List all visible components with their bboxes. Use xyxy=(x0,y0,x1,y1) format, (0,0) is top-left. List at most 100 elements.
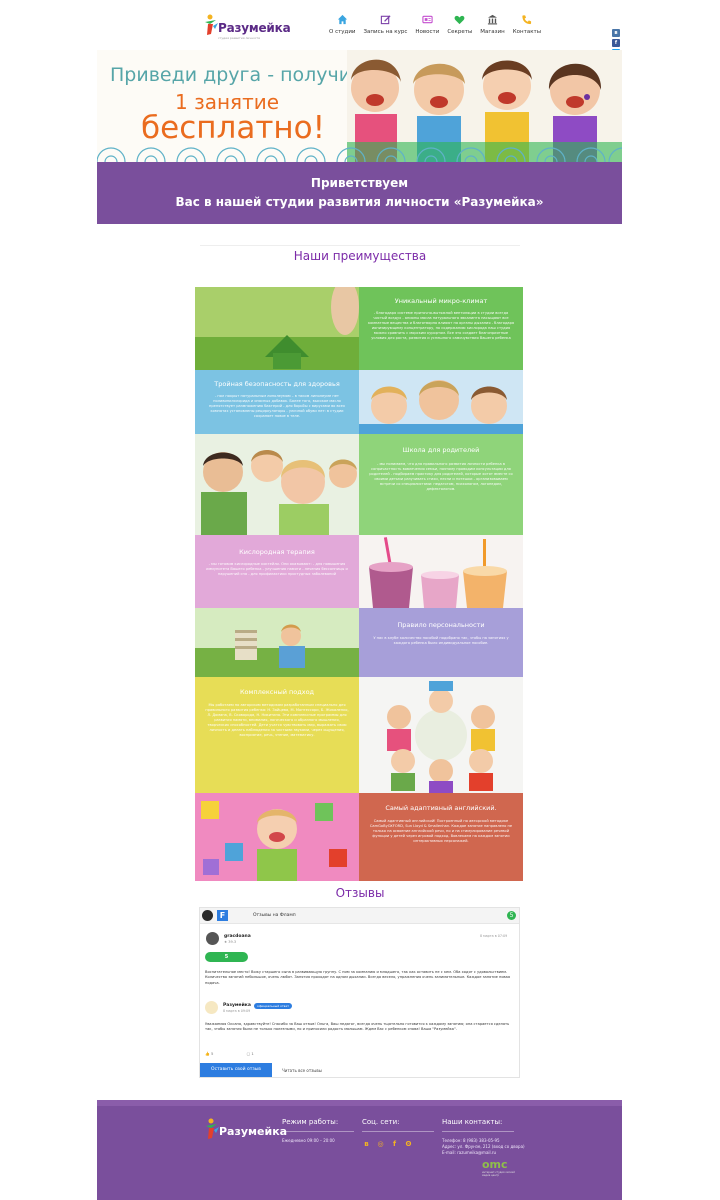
nav-contacts[interactable]: Контакты xyxy=(513,14,541,35)
section-divider xyxy=(200,245,520,246)
footer-social-title: Соц. сети: xyxy=(362,1118,434,1132)
odnoklassniki-icon[interactable]: ʘ xyxy=(404,1140,413,1149)
advantages-title: Наши преимущества xyxy=(293,249,427,263)
advantage-card-parents-school: Школа для родителей - мы понимаем, что д… xyxy=(359,434,523,535)
footer-social-icons: в ◎ f ʘ xyxy=(362,1140,434,1149)
nav-signup[interactable]: Запись на курс xyxy=(363,14,408,35)
logo-tagline: студия развития личности xyxy=(218,36,261,40)
advantage-title: Уникальный микро-климат xyxy=(394,297,488,305)
nav-label: Магазин xyxy=(480,29,505,35)
advantage-card-personal: Правило персональности У нас в клубе кол… xyxy=(359,608,523,677)
family-photo xyxy=(195,434,359,535)
nav-label: Контакты xyxy=(512,29,542,35)
flamp-f-icon[interactable]: F xyxy=(217,910,228,921)
banner-line-3: бесплатно! xyxy=(141,110,326,146)
vk-icon[interactable]: в xyxy=(612,29,620,37)
phone-icon xyxy=(522,15,532,25)
reviews-title: Отзывы xyxy=(335,886,385,900)
reply-text: Уважаемая Оксана, здравствуйте! Спасибо … xyxy=(205,1022,510,1032)
bank-icon xyxy=(487,14,498,25)
review-date: 8 марта в 07:09 xyxy=(480,934,508,938)
edit-icon xyxy=(380,15,391,25)
nav-label: Запись на курс xyxy=(363,29,408,35)
review-stats: 👍 5 ▢ 1 xyxy=(205,1051,286,1056)
developer-logo-text: omc xyxy=(482,1158,508,1171)
kids-circle-photo xyxy=(359,677,523,793)
advantage-card-safety: Тройная безопасность для здоровья - пол … xyxy=(195,370,359,434)
house-grass-photo xyxy=(195,287,359,370)
footer-social: Соц. сети: в ◎ f ʘ xyxy=(362,1118,434,1149)
nav-label: О студии xyxy=(329,29,356,35)
footer-contact-line[interactable]: E-mail: razumeika@mail.ru xyxy=(442,1150,525,1156)
comment-button[interactable]: ▢ 1 xyxy=(247,1051,270,1056)
comments-count: 1 xyxy=(251,1051,254,1056)
review-score-badge: 5 xyxy=(205,952,248,962)
boy-reading-photo xyxy=(195,608,359,677)
advantage-title: Тройная безопасность для здоровья xyxy=(214,380,340,388)
advantage-text: - мы готовим кислородные коктейли. Они о… xyxy=(206,562,348,576)
footer-hours: Режим работы: Ежедневно 09:00 – 20:00 xyxy=(282,1118,354,1144)
advantage-text: - пол покрыт натуральным линолеумом – в … xyxy=(209,394,345,418)
facebook-icon[interactable]: f xyxy=(390,1140,399,1149)
main-nav: О студии Запись на курс Новости Секреты … xyxy=(329,14,549,35)
reply-date: 8 марта в 09:09 xyxy=(223,1009,251,1013)
welcome-title: Приветствуем xyxy=(310,176,409,190)
advantage-title: Правило персональности xyxy=(397,621,485,629)
toddler-letters-photo xyxy=(195,793,359,881)
footer-logo-text: Разумейка xyxy=(219,1125,288,1138)
flamp-reviews-widget: F Отзывы на Фламп 5 gracdoana ★ 39.3 8 м… xyxy=(199,907,520,1078)
footer-stripe xyxy=(97,1100,622,1106)
footer-hours-text: Ежедневно 09:00 – 20:00 xyxy=(282,1138,335,1143)
avatar xyxy=(206,932,219,945)
developer-logo[interactable]: omc интернет-студия омский медиа центр xyxy=(482,1158,522,1178)
cocktails-photo xyxy=(359,535,523,608)
official-reply-badge: официальный ответ xyxy=(254,1003,293,1009)
leave-review-button[interactable]: Оставить свой отзыв xyxy=(200,1063,272,1077)
advantage-title: Комплексный подход xyxy=(239,688,315,696)
welcome-block: Приветствуем Вас в нашей студии развития… xyxy=(97,162,622,224)
review-author-name[interactable]: gracdoana xyxy=(224,934,251,939)
advantage-title: Кислородная терапия xyxy=(239,548,315,556)
vk-icon[interactable]: в xyxy=(362,1140,371,1149)
developer-logo-subtext: интернет-студия омский медиа центр xyxy=(482,1171,515,1177)
facebook-icon[interactable]: f xyxy=(612,39,620,47)
like-button[interactable]: 👍 5 xyxy=(205,1051,229,1056)
banner-wave-pattern xyxy=(97,147,622,162)
instagram-icon[interactable]: ◎ xyxy=(376,1140,385,1149)
heart-icon xyxy=(454,15,465,25)
nav-shop[interactable]: Магазин xyxy=(480,14,505,35)
reply-avatar xyxy=(205,1001,218,1014)
read-all-reviews-link[interactable]: Читать все отзывы xyxy=(282,1068,322,1073)
banner-line-1: Приведи друга - получи xyxy=(110,64,352,86)
promo-banner[interactable]: Приведи друга - получи 1 занятие бесплат… xyxy=(97,50,622,162)
footer-contacts-title: Наши контакты: xyxy=(442,1118,514,1132)
advantage-card-english: Самый адаптивный английский. Самый адапт… xyxy=(359,793,523,881)
advantage-text: - мы понимаем, что для правильного разви… xyxy=(369,462,513,491)
review-text: Воспитательное место! Вожу старшего сына… xyxy=(205,970,511,985)
advantage-card-oxygen: Кислородная терапия - мы готовим кислоро… xyxy=(195,535,359,608)
footer-contacts: Наши контакты: Телефон: 8 (983) 383-05-9… xyxy=(442,1118,525,1156)
advantage-title: Самый адаптивный английский. xyxy=(385,804,497,812)
site-logo[interactable]: Разумейка студия развития личности xyxy=(204,14,291,42)
welcome-subtitle: Вас в нашей студии развития личности «Ра… xyxy=(175,195,544,209)
kids-group-photo xyxy=(359,370,523,434)
widget-header-title: Отзывы на Фламп xyxy=(253,913,296,918)
nav-news[interactable]: Новости xyxy=(415,14,439,35)
footer-hours-title: Режим работы: xyxy=(282,1118,354,1132)
likes-count: 5 xyxy=(210,1051,214,1056)
advantage-title: Школа для родителей xyxy=(402,446,480,454)
reviews-count-badge: 5 xyxy=(507,911,516,920)
widget-header: F Отзывы на Фламп 5 xyxy=(200,908,519,924)
nav-about[interactable]: О студии xyxy=(329,14,356,35)
site-header: Разумейка студия развития личности О сту… xyxy=(0,0,720,87)
advantage-card-complex: Комплексный подход Мы работаем по авторс… xyxy=(195,677,359,793)
flamp-logo-icon[interactable] xyxy=(202,910,213,921)
review-author-rating: ★ 39.3 xyxy=(224,940,237,944)
reply-author-name[interactable]: Разумейка xyxy=(223,1003,251,1008)
home-icon xyxy=(337,14,347,25)
nav-label: Секреты xyxy=(447,29,473,35)
advantage-text: У нас в клубе количество пособий подобра… xyxy=(373,636,509,645)
nav-secrets[interactable]: Секреты xyxy=(447,14,472,35)
site-footer: Разумейка Режим работы: Ежедневно 09:00 … xyxy=(97,1100,622,1200)
newspaper-icon xyxy=(422,15,433,24)
